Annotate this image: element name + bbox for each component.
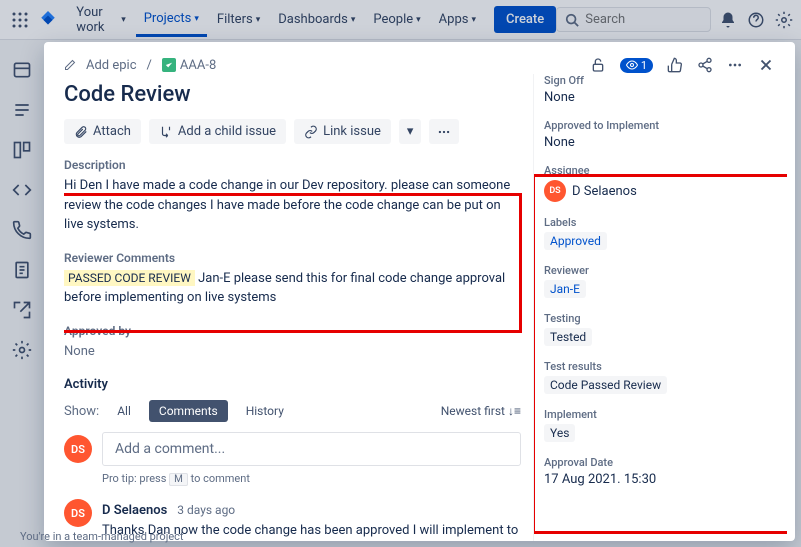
label-chip[interactable]: Approved	[544, 232, 607, 250]
comment-input[interactable]: Add a comment...	[102, 432, 521, 466]
passed-review-badge: PASSED CODE REVIEW	[64, 270, 195, 286]
reviewer-comments-value: PASSED CODE REVIEW Jan-E please send thi…	[64, 269, 521, 308]
footer-note: You're in a team-managed project	[20, 530, 184, 543]
protip: Pro tip: press M to comment	[102, 472, 521, 485]
share-icon[interactable]	[697, 57, 713, 73]
comment-time: 3 days ago	[177, 503, 235, 517]
lock-icon[interactable]	[590, 57, 606, 73]
avatar: DS	[64, 499, 92, 527]
activity-heading: Activity	[64, 377, 521, 392]
breadcrumb: Add epic / AAA-8	[64, 58, 216, 73]
signoff-field[interactable]: Sign Off None	[544, 74, 781, 105]
reviewer-comments-field[interactable]: Reviewer Comments PASSED CODE REVIEW Jan…	[64, 251, 521, 308]
issue-toolbar: Attach Add a child issue Link issue ▾	[64, 119, 521, 144]
more-icon[interactable]	[727, 57, 743, 73]
issue-modal: Add epic / AAA-8 1 Code Review Attach Ad…	[44, 42, 795, 541]
chevron-down-icon: ▾	[407, 124, 414, 139]
approval-date-field[interactable]: Approval Date 17 Aug 2021. 15:30	[544, 456, 781, 487]
issue-key-link[interactable]: AAA-8	[162, 58, 216, 73]
approved-by-value: None	[64, 342, 521, 362]
description-label: Description	[64, 158, 521, 172]
reviewer-comments-label: Reviewer Comments	[64, 251, 521, 265]
approved-by-field[interactable]: Approved by None	[64, 324, 521, 362]
attach-button[interactable]: Attach	[64, 119, 141, 144]
comment-add-row: DS Add a comment...	[64, 432, 521, 466]
tab-all[interactable]: All	[107, 400, 141, 422]
close-icon[interactable]	[757, 56, 775, 74]
add-child-button[interactable]: Add a child issue	[149, 119, 286, 144]
sort-icon: ↓≡	[508, 404, 521, 418]
avatar: DS	[64, 435, 92, 463]
tab-history[interactable]: History	[236, 400, 294, 422]
comment-author[interactable]: D Selaenos	[102, 503, 167, 518]
approved-by-label: Approved by	[64, 324, 521, 338]
test-results-chip: Code Passed Review	[544, 376, 667, 394]
link-dropdown-button[interactable]: ▾	[399, 119, 422, 144]
side-column: Sign Off None Approved to Implement None…	[533, 74, 787, 541]
modal-header: Add epic / AAA-8 1	[44, 42, 795, 74]
assignee-field[interactable]: Assignee DS D Selaenos	[544, 164, 781, 202]
show-label: Show:	[64, 404, 99, 419]
reviewer-field[interactable]: Reviewer Jan-E	[544, 264, 781, 298]
approved-implement-field[interactable]: Approved to Implement None	[544, 119, 781, 150]
issue-title[interactable]: Code Review	[64, 82, 521, 107]
reviewer-chip[interactable]: Jan-E	[544, 280, 586, 298]
testing-field[interactable]: Testing Tested	[544, 312, 781, 346]
link-issue-button[interactable]: Link issue	[294, 119, 391, 144]
test-results-field[interactable]: Test results Code Passed Review	[544, 360, 781, 394]
watch-button[interactable]: 1	[620, 58, 653, 73]
avatar: DS	[544, 180, 566, 202]
header-actions: 1	[590, 56, 775, 74]
tab-comments[interactable]: Comments	[149, 400, 228, 422]
main-column: Code Review Attach Add a child issue Lin…	[64, 74, 533, 541]
activity-tabs-row: Show: All Comments History Newest first↓…	[64, 400, 521, 422]
kbd-key: M	[169, 473, 188, 486]
issue-type-icon	[162, 58, 176, 72]
thumbs-up-icon[interactable]	[667, 57, 683, 73]
toolbar-more-button[interactable]	[429, 119, 459, 144]
description-value: Hi Den I have made a code change in our …	[64, 176, 521, 235]
add-epic-link[interactable]: Add epic	[86, 58, 137, 73]
sort-button[interactable]: Newest first↓≡	[441, 404, 521, 418]
labels-field[interactable]: Labels Approved	[544, 216, 781, 250]
description-field[interactable]: Description Hi Den I have made a code ch…	[64, 158, 521, 235]
pencil-icon	[64, 59, 76, 71]
implement-chip: Yes	[544, 424, 575, 442]
implement-field[interactable]: Implement Yes	[544, 408, 781, 442]
testing-chip: Tested	[544, 328, 592, 346]
